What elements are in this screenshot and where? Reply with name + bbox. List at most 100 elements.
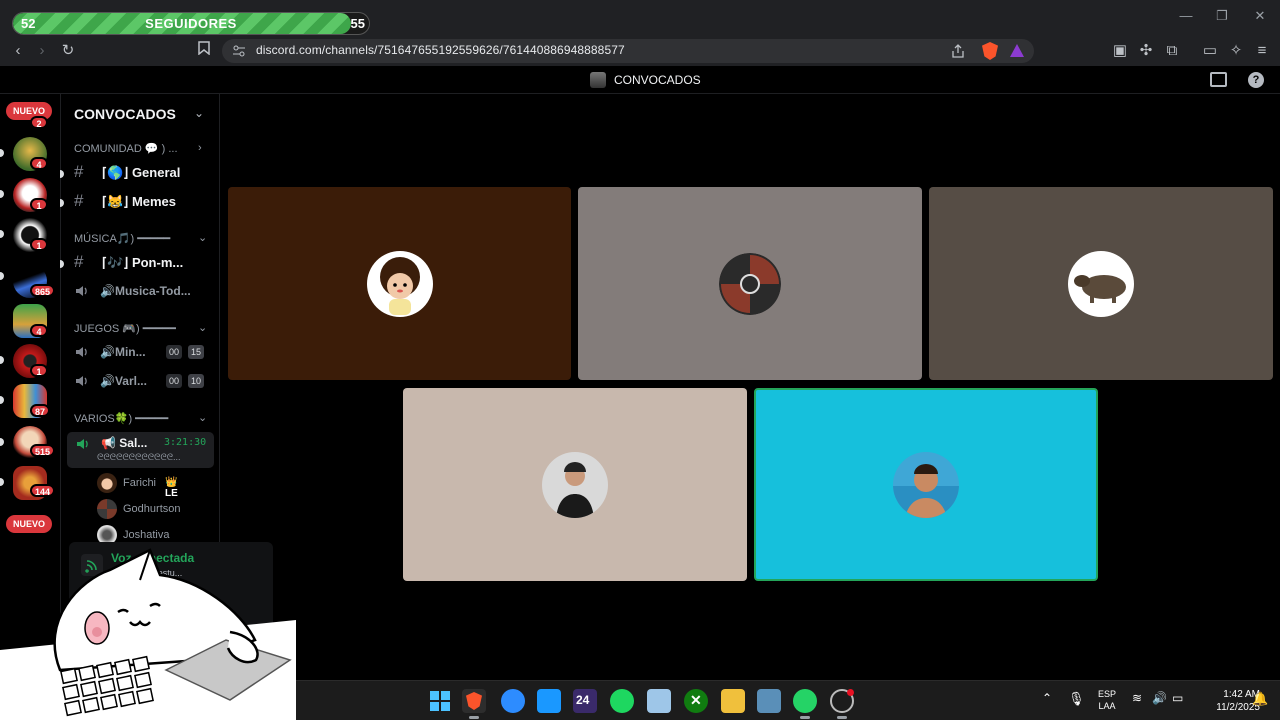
chevron-down-icon[interactable]: ⌄: [198, 321, 207, 334]
reload-icon[interactable]: ↻: [58, 41, 78, 61]
brave-browser-icon[interactable]: [462, 689, 486, 713]
tab-search-icon[interactable]: ⧉: [1162, 41, 1182, 61]
active-indicator: [837, 716, 847, 719]
progress-goal-value: 55: [350, 16, 365, 31]
voice-channel-varios[interactable]: 🔊Varl... 00 10: [74, 368, 214, 394]
active-indicator: [800, 716, 810, 719]
unread-pip: [0, 396, 4, 404]
channel-memes[interactable]: # ⌈😹⌋ Memes: [74, 188, 214, 214]
hash-icon: #: [74, 191, 84, 210]
app-24-icon[interactable]: 24: [573, 689, 597, 713]
channel-name: ⌈🎶⌋ Pon-m...: [102, 255, 184, 270]
chevron-down-icon[interactable]: ⌄: [198, 231, 207, 244]
user-limit: 10: [188, 374, 205, 388]
channel-header: CONVOCADOS ?: [0, 66, 1280, 94]
unread-pip: [0, 230, 4, 238]
channel-name: 📢 Sal...: [101, 436, 148, 450]
speaker-icon: [77, 439, 88, 449]
channel-pon[interactable]: # ⌈🎶⌋ Pon-m...: [74, 249, 214, 275]
chevron-down-icon[interactable]: ⌄: [194, 106, 204, 120]
hash-icon: #: [74, 162, 84, 181]
channel-general[interactable]: # ⌈🌎⌋ General: [74, 159, 214, 185]
site-settings-icon[interactable]: [232, 44, 246, 63]
server-badge: 1: [30, 198, 48, 211]
voice-channel-musica[interactable]: 🔊Musica-Tod...: [74, 278, 214, 304]
unread-pip: [0, 438, 4, 446]
category-varios[interactable]: VARIOS🍀) ━━━━━: [74, 412, 168, 425]
app-window-icon[interactable]: [757, 689, 781, 713]
channel-name: 🔊Musica-Tod...: [100, 284, 191, 298]
server-badge: 4: [30, 157, 48, 170]
video-tile[interactable]: [929, 187, 1273, 380]
menu-icon[interactable]: ≡: [1252, 41, 1272, 61]
followers-progress-bar: 52 SEGUIDORES 55: [12, 12, 370, 35]
server-badge: 515: [30, 444, 56, 457]
language-code: ESP: [1098, 689, 1117, 699]
video-tile[interactable]: [403, 388, 747, 581]
language-indicator[interactable]: ESP LAA: [1098, 688, 1116, 712]
chevron-up-icon[interactable]: ⌃: [1042, 691, 1052, 705]
extensions-icon[interactable]: ✣: [1136, 41, 1156, 61]
spotify-icon[interactable]: [610, 689, 634, 713]
video-tile[interactable]: [578, 187, 922, 380]
channel-name: ⌈🌎⌋ General: [102, 165, 181, 180]
help-icon[interactable]: ?: [1248, 72, 1264, 88]
unread-pip: [0, 190, 4, 198]
channel-title: CONVOCADOS: [614, 73, 701, 87]
category-comunidad[interactable]: COMUNIDAD 💬 ) ...: [74, 142, 178, 155]
windows-taskbar: 24 ✕ ⌃ 🎙 ESP LAA ≋ 🔊 ▭ 1:42 AM 11/2/2025…: [296, 680, 1280, 720]
voice-channel-sala-active[interactable]: 📢 Sal... 3:21:30 ᘓᘓᘓᘓᘓᘓᘓᘓᘓᘓᘓᘓ...: [67, 432, 214, 468]
zoom-icon[interactable]: [501, 689, 525, 713]
member-tag: 👑LE: [165, 477, 178, 499]
address-bar[interactable]: discord.com/channels/751647655192559626/…: [222, 39, 1034, 63]
url-text: discord.com/channels/751647655192559626/…: [256, 43, 625, 57]
chevron-down-icon[interactable]: ⌄: [198, 411, 207, 424]
voice-channel-minecraft[interactable]: 🔊Min... 00 15: [74, 339, 214, 365]
minimize-icon[interactable]: —: [1176, 8, 1196, 26]
unread-pip: [0, 478, 4, 486]
video-tile[interactable]: [228, 187, 571, 380]
back-icon[interactable]: ‹: [8, 41, 28, 61]
hash-icon: #: [74, 252, 84, 271]
server-badge: 4: [30, 324, 48, 337]
chevron-right-icon[interactable]: ›: [198, 142, 202, 154]
server-name[interactable]: CONVOCADOS: [74, 106, 176, 122]
session-timer: 3:21:30: [164, 437, 207, 448]
member-name: Farichi: [123, 477, 157, 489]
file-explorer-icon[interactable]: [721, 689, 745, 713]
video-tile-speaking[interactable]: [754, 388, 1098, 581]
brave-shields-icon[interactable]: [982, 42, 998, 60]
prime-video-icon[interactable]: [537, 689, 561, 713]
start-icon[interactable]: [428, 689, 452, 713]
app-icon[interactable]: [647, 689, 671, 713]
speaker-icon: [76, 376, 87, 386]
bookmark-icon[interactable]: [194, 41, 214, 61]
microphone-icon[interactable]: 🎙: [1068, 691, 1085, 707]
share-icon[interactable]: [950, 43, 966, 64]
xbox-icon[interactable]: ✕: [684, 689, 708, 713]
user-limit: 15: [188, 345, 205, 359]
close-icon[interactable]: ✕: [1250, 8, 1270, 26]
notifications-icon[interactable]: 🔔: [1252, 691, 1268, 707]
battery-icon[interactable]: ▭: [1172, 691, 1183, 705]
inbox-icon[interactable]: [1210, 72, 1227, 87]
clock[interactable]: 1:42 AM 11/2/2025: [1198, 688, 1260, 714]
restore-icon[interactable]: ❐: [1212, 8, 1232, 26]
category-musica[interactable]: MÚSICA🎵) ━━━━━: [74, 232, 170, 245]
picture-in-picture-icon[interactable]: ▣: [1110, 41, 1130, 61]
forward-icon[interactable]: ›: [32, 41, 52, 61]
unread-pip: [60, 260, 64, 268]
volume-icon[interactable]: 🔊: [1152, 691, 1167, 705]
brave-rewards-icon[interactable]: [1010, 44, 1024, 57]
avatar: [97, 473, 117, 493]
wallet-icon[interactable]: ▭: [1200, 41, 1220, 61]
channel-name: 🔊Min...: [100, 345, 146, 359]
leo-ai-icon[interactable]: ✧: [1226, 41, 1246, 61]
category-juegos[interactable]: JUEGOS 🎮) ━━━━━: [74, 322, 176, 335]
server-badge: 87: [30, 404, 51, 417]
wifi-icon[interactable]: ≋: [1132, 691, 1142, 705]
unread-pip: [0, 272, 4, 280]
whatsapp-icon[interactable]: [793, 689, 817, 713]
server-badge: 2: [30, 116, 48, 129]
server-badge: 865: [30, 284, 56, 297]
